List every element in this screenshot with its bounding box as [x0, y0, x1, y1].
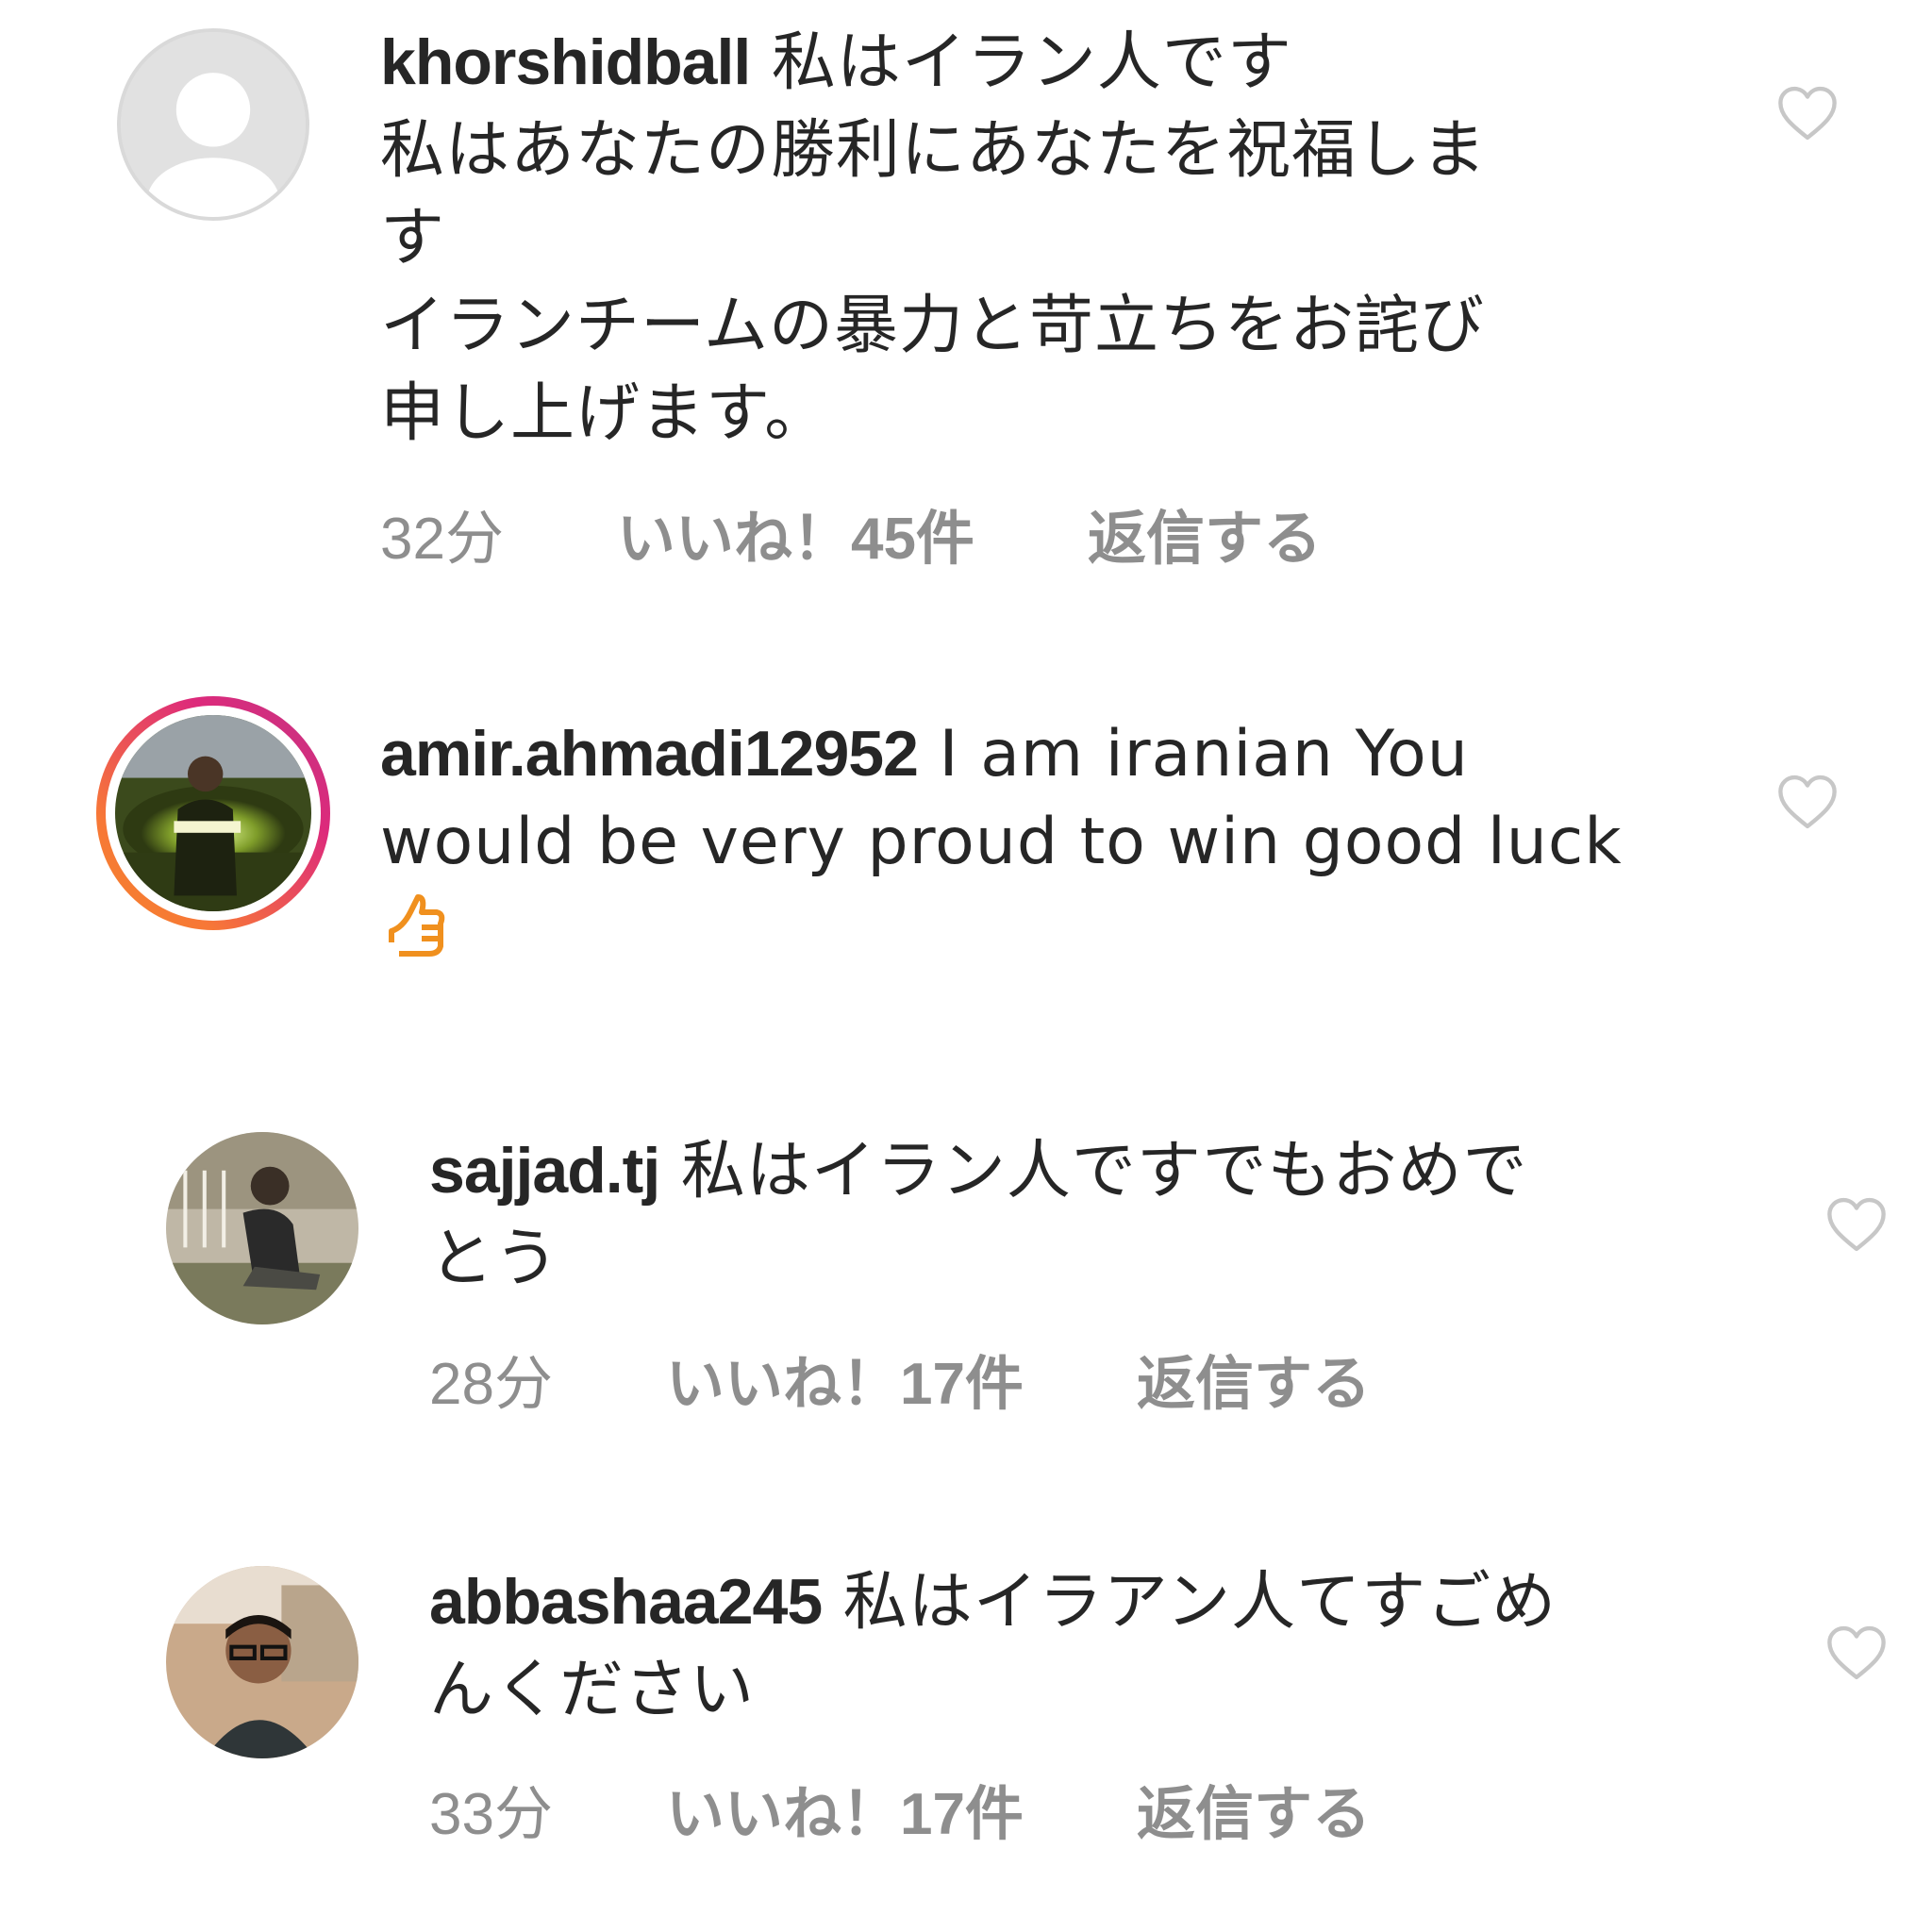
avatar[interactable]	[166, 1132, 358, 1324]
reply-button[interactable]: 返信する	[1137, 1766, 1371, 1851]
username-link[interactable]: sajjad.tj	[429, 1135, 660, 1207]
comment-timestamp: 28分	[429, 1352, 553, 1417]
comment-body: khorshidball 私はイラン人です 私はあなたの勝利にあなたを祝福しま …	[380, 19, 1682, 458]
comment-timestamp: 33分	[429, 1782, 553, 1847]
heart-outline-icon[interactable]	[1825, 1196, 1888, 1253]
default-avatar-icon[interactable]	[117, 28, 309, 221]
avatar	[115, 715, 311, 911]
avatar[interactable]	[166, 1566, 358, 1758]
reply-button[interactable]: 返信する	[1137, 1336, 1371, 1421]
like-count-button[interactable]: いいね！17件	[666, 1766, 1024, 1851]
username-link[interactable]: abbashaa245	[429, 1566, 823, 1638]
username-link[interactable]: khorshidball	[380, 26, 751, 98]
heart-outline-icon[interactable]	[1825, 1624, 1888, 1681]
username-link[interactable]: amir.ahmadi12952	[380, 718, 919, 790]
reply-button[interactable]: 返信する	[1088, 491, 1322, 575]
comment-body: sajjad.tj 私はイラン人ですでもおめで とう	[429, 1127, 1750, 1303]
like-count-button[interactable]: いいね！17件	[666, 1336, 1024, 1421]
comment-body: abbashaa245 私はイラアン人てすごめ んください	[429, 1558, 1769, 1734]
comment-timestamp: 32分	[380, 507, 504, 572]
heart-outline-icon[interactable]	[1776, 85, 1839, 142]
heart-outline-icon[interactable]	[1776, 774, 1839, 830]
comment-body: amir.ahmadi12952 I am iranian You would …	[380, 710, 1701, 974]
comment-meta: 32分 いいね！45件 返信する	[380, 491, 1322, 575]
thumbs-up-icon	[380, 886, 456, 961]
story-ring-avatar[interactable]	[96, 696, 330, 930]
comment-meta: 28分 いいね！17件 返信する	[429, 1336, 1371, 1421]
comment-meta: 33分 いいね！17件 返信する	[429, 1766, 1371, 1851]
like-count-button[interactable]: いいね！45件	[617, 491, 974, 575]
